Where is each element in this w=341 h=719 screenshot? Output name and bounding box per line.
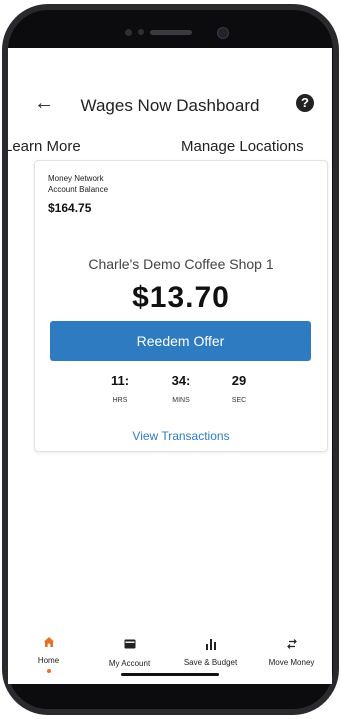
bar-chart-icon: [170, 638, 251, 654]
top-bar: ← Wages Now Dashboard ?: [8, 92, 332, 120]
tab-home-label: Home: [37, 656, 60, 665]
bottom-tab-bar: Home My Account Save & Budget Move Money: [8, 636, 332, 684]
timer-seconds-unit: SEC: [231, 397, 247, 404]
top-links: Learn More Manage Locations: [8, 138, 332, 160]
timer-seconds: 29 SEC: [214, 373, 264, 404]
timer-seconds-value: 29: [231, 373, 247, 388]
timer-hours-value: 11:: [110, 373, 130, 388]
tab-my-account-label: My Account: [108, 659, 151, 668]
tab-save-budget[interactable]: Save & Budget: [170, 636, 251, 667]
tab-home[interactable]: Home: [8, 636, 89, 673]
timer-minutes: 34: MINS: [156, 373, 206, 404]
card-icon: [89, 639, 170, 655]
earpiece-speaker: [150, 30, 192, 35]
redeem-offer-button[interactable]: Reedem Offer: [50, 321, 311, 361]
home-indicator-bar[interactable]: [121, 673, 219, 676]
balance-label-line1: Money Network: [48, 174, 104, 183]
timer-minutes-unit: MINS: [172, 397, 190, 404]
sensor-dot: [125, 29, 132, 36]
view-transactions-link[interactable]: View Transactions: [35, 429, 327, 443]
home-icon: [8, 636, 89, 652]
sensor-dot: [138, 29, 144, 35]
balance-value: $164.75: [48, 201, 92, 215]
offer-card: Money Network Account Balance $164.75 Ch…: [34, 160, 328, 452]
transfer-icon: [251, 638, 332, 654]
page-title: Wages Now Dashboard: [80, 96, 260, 115]
merchant-name: Charle's Demo Coffee Shop 1: [88, 256, 274, 272]
tab-my-account[interactable]: My Account: [89, 636, 170, 668]
active-tab-indicator: [46, 669, 51, 673]
balance-label: Money Network Account Balance: [48, 173, 168, 195]
countdown-timer: 11: HRS 34: MINS 29 SEC: [35, 373, 327, 413]
balance-label-line2: Account Balance: [48, 185, 109, 194]
tab-move-money[interactable]: Move Money: [251, 636, 332, 667]
timer-minutes-value: 34:: [171, 373, 191, 388]
tab-move-money-label: Move Money: [268, 658, 315, 667]
timer-hours: 11: HRS: [95, 373, 145, 404]
offer-amount: $13.70: [132, 281, 230, 314]
tab-save-budget-label: Save & Budget: [183, 658, 238, 667]
timer-hours-unit: HRS: [112, 397, 128, 404]
app-screen: ← Wages Now Dashboard ? Learn More Manag…: [8, 48, 332, 684]
help-icon[interactable]: ?: [296, 94, 314, 112]
manage-locations-link[interactable]: Manage Locations: [181, 138, 304, 155]
front-camera: [217, 27, 229, 39]
learn-more-link[interactable]: Learn More: [8, 138, 81, 155]
